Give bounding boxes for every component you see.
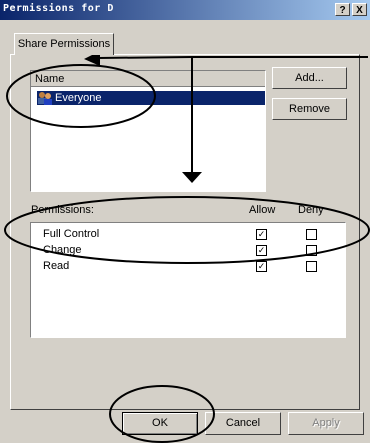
cancel-button-label: Cancel [225,417,261,429]
deny-checkbox-change[interactable] [306,245,317,256]
deny-checkbox-full-control[interactable] [306,229,317,240]
ok-button[interactable]: OK [122,412,198,435]
name-column-header[interactable]: Name [31,71,265,87]
remove-button-label: Remove [289,103,330,115]
permission-row-change: Change [43,244,82,256]
title-bar: Permissions for D ? X [0,0,370,20]
user-name: Everyone [55,92,102,104]
deny-checkbox-read[interactable] [306,261,317,272]
window-title: Permissions for D [3,3,114,14]
permission-name: Full Control [43,228,100,240]
ok-button-label: OK [152,417,168,429]
allow-checkbox-read[interactable]: ✓ [256,261,267,272]
permission-name: Change [43,244,82,256]
allow-header: Allow [249,204,276,216]
deny-header: Deny [298,204,324,216]
permission-row-full-control: Full Control [43,228,99,240]
remove-button[interactable]: Remove [272,98,347,120]
tab-share-permissions[interactable]: Share Permissions [14,33,114,55]
close-button[interactable]: X [352,3,367,16]
permissions-label: Permissions: [31,204,94,216]
allow-checkbox-change[interactable]: ✓ [256,245,267,256]
help-button[interactable]: ? [335,3,350,16]
apply-button-label: Apply [312,417,340,429]
add-button-label: Add... [295,72,324,84]
add-button[interactable]: Add... [272,67,347,89]
user-list[interactable]: Name Everyone [30,70,266,192]
permissions-list[interactable]: Full Control ✓ Change ✓ Read ✓ [30,222,346,338]
allow-checkbox-full-control[interactable]: ✓ [256,229,267,240]
group-icon [38,92,52,105]
permission-name: Read [43,260,70,272]
cancel-button[interactable]: Cancel [205,412,281,435]
permission-row-read: Read [43,260,69,272]
apply-button: Apply [288,412,364,435]
list-item-everyone[interactable]: Everyone [37,91,265,105]
